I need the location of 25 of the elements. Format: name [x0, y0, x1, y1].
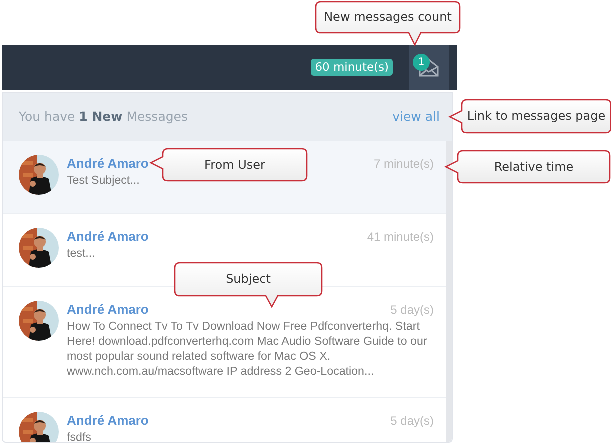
sender-name: André Amaro	[67, 412, 149, 430]
message-subject: fsdfs	[67, 430, 92, 442]
messages-button[interactable]: 1	[409, 45, 449, 90]
session-badge: 60 minute(s)	[311, 59, 393, 76]
message-time: 5 day(s)	[390, 413, 434, 430]
new-messages-summary: You have 1 New Messages	[19, 108, 188, 126]
message-time: 7 minute(s)	[374, 156, 434, 173]
message-time: 5 day(s)	[390, 302, 434, 319]
message-subject: Test Subject...	[67, 173, 141, 188]
callout-label: Relative time	[494, 160, 574, 174]
message-item[interactable]: André Amaro 5 day(s) fsdfs	[3, 398, 446, 442]
message-time: 41 minute(s)	[367, 229, 434, 246]
callout-label: Subject	[226, 272, 271, 287]
scrollbar[interactable]	[446, 141, 452, 442]
callout-label: Link to messages page	[467, 109, 606, 124]
callout-label: From User	[204, 158, 266, 172]
message-subject: test...	[67, 246, 96, 261]
sender-name: André Amaro	[67, 228, 149, 246]
envelope-icon	[419, 58, 439, 76]
sender-name: André Amaro	[67, 301, 149, 319]
message-count-badge: 1	[413, 54, 430, 71]
callout-label: New messages count	[324, 10, 452, 25]
message-subject: How To Connect Tv To Tv Download Now Free Pdfconverterhq. Start Here! download.pdfconverterhq.com Mac Audio Software Guide to our most popular sound related software for Mac OS X. www.nch.com.au/macsoftware IP address 2 Geo-Location...	[67, 319, 428, 379]
view-all-link[interactable]: view all	[392, 108, 440, 126]
sender-name: André Amaro	[67, 155, 149, 173]
